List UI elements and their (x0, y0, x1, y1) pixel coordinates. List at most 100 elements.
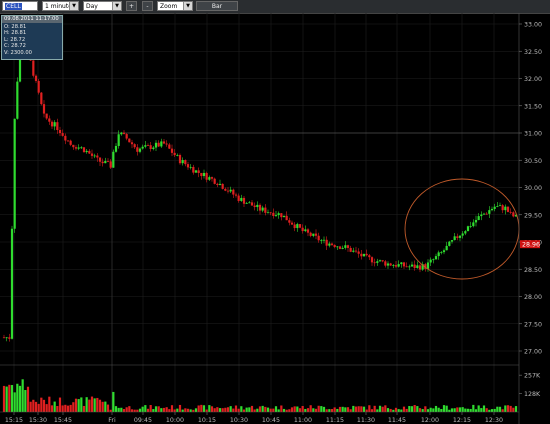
candle-body (354, 250, 358, 252)
volume-bar (133, 409, 136, 412)
volume-bar (346, 407, 350, 412)
chart-type-button[interactable]: Bar (196, 1, 238, 11)
zoom-mode-select[interactable]: Zoom ▼ (157, 1, 193, 11)
candle-body (434, 256, 438, 260)
candle-body (466, 226, 470, 232)
candle-body (370, 257, 374, 263)
volume-bar (466, 408, 470, 412)
candle-body (104, 161, 107, 164)
volume-bar (269, 408, 272, 412)
candle-body (13, 118, 16, 229)
time-tick-label: 11:30 (357, 417, 375, 424)
candle-body (256, 204, 259, 208)
zoom-in-button[interactable]: + (126, 1, 137, 11)
candle-body (432, 259, 435, 261)
volume-bar (205, 409, 208, 412)
candle-body (280, 213, 283, 218)
candle-body (45, 113, 48, 119)
volume-bar (456, 407, 459, 412)
symbol-input[interactable]: CELL (2, 1, 38, 11)
volume-bar (250, 405, 254, 412)
volume-bar (301, 405, 304, 412)
candle-body (405, 266, 408, 268)
volume-bar (405, 408, 408, 412)
volume-bar (290, 407, 294, 412)
volume-bar (317, 405, 320, 412)
candle-body (389, 263, 392, 266)
price-tick-label: 29.50 (524, 212, 542, 219)
time-axis: 15:15 15:30 15:45 Fri 09:45 10:00 10:15 10:30 10… (0, 411, 519, 424)
interval-select[interactable]: 1 minute ▼ (42, 1, 79, 11)
price-tick-label: 33.00 (524, 22, 542, 29)
time-tick-label: 11:15 (326, 417, 344, 424)
range-select[interactable]: Day ▼ (83, 1, 122, 11)
candle-body (66, 140, 70, 142)
volume-bar (154, 406, 158, 412)
candle-body (272, 212, 275, 216)
candle-body (234, 194, 238, 196)
candle-body (448, 241, 451, 246)
volume-bar (5, 386, 8, 412)
volume-bar (338, 406, 342, 412)
volume-bar (157, 406, 160, 412)
candle-body (418, 265, 422, 270)
candle-body (437, 252, 440, 257)
candle-body (88, 150, 91, 154)
candle-body (456, 236, 459, 238)
volume-bar (389, 408, 392, 412)
volume-bar (42, 399, 46, 412)
time-tick-label: 15:30 (29, 417, 47, 424)
price-tick-label: 32.00 (524, 76, 542, 83)
candle-body (250, 202, 254, 206)
volume-bar (349, 409, 352, 412)
candle-body (381, 260, 384, 262)
volume-bar (66, 405, 70, 412)
candle-body (173, 152, 176, 156)
candle-body (282, 215, 286, 218)
candle-body (77, 147, 80, 149)
chevron-down-icon: ▼ (183, 2, 192, 10)
candle-body (186, 164, 190, 168)
candle-body (376, 261, 379, 263)
volume-bar (72, 402, 75, 412)
candle-body (362, 253, 366, 257)
volume-bar (282, 408, 286, 412)
zoom-mode-value: Zoom (160, 3, 178, 10)
volume-tick-label: 257K (524, 373, 541, 380)
volume-bar (202, 405, 206, 412)
volume-bar (213, 408, 216, 412)
volume-bar (88, 399, 91, 412)
volume-bar (114, 406, 118, 412)
volume-bar (368, 405, 371, 412)
candle-body (309, 232, 312, 236)
candle-body (261, 207, 264, 211)
candle-body (157, 142, 160, 147)
candle-body (277, 213, 280, 216)
volume-bar (101, 401, 104, 412)
candle-body (202, 172, 206, 177)
price-tick-label: 28.50 (524, 267, 542, 274)
candle-body (229, 189, 232, 192)
zoom-out-button[interactable]: - (142, 1, 153, 11)
candle-body (248, 202, 251, 204)
time-tick-label: 11:00 (294, 417, 312, 424)
candle-body (213, 178, 216, 184)
candle-body (397, 264, 400, 267)
volume-bar (130, 409, 134, 412)
volume-bar (80, 397, 83, 412)
candle-body (296, 224, 299, 229)
volume-bar (469, 408, 472, 412)
candle-body (312, 233, 315, 236)
volume-bar (461, 407, 464, 412)
volume-bar (186, 408, 190, 412)
volume-bar (45, 404, 48, 412)
volume-bar (373, 405, 376, 412)
candle-body (10, 228, 14, 339)
volume-bar (437, 407, 440, 412)
price-chart[interactable]: 33.00 32.50 32.00 31.50 31.00 30.50 30.00 29.50… (0, 13, 550, 424)
volume-bar (474, 409, 478, 412)
candle-body (149, 145, 152, 150)
candle-body (133, 144, 136, 148)
volume-bar (418, 408, 422, 412)
volume-bar (200, 404, 203, 412)
